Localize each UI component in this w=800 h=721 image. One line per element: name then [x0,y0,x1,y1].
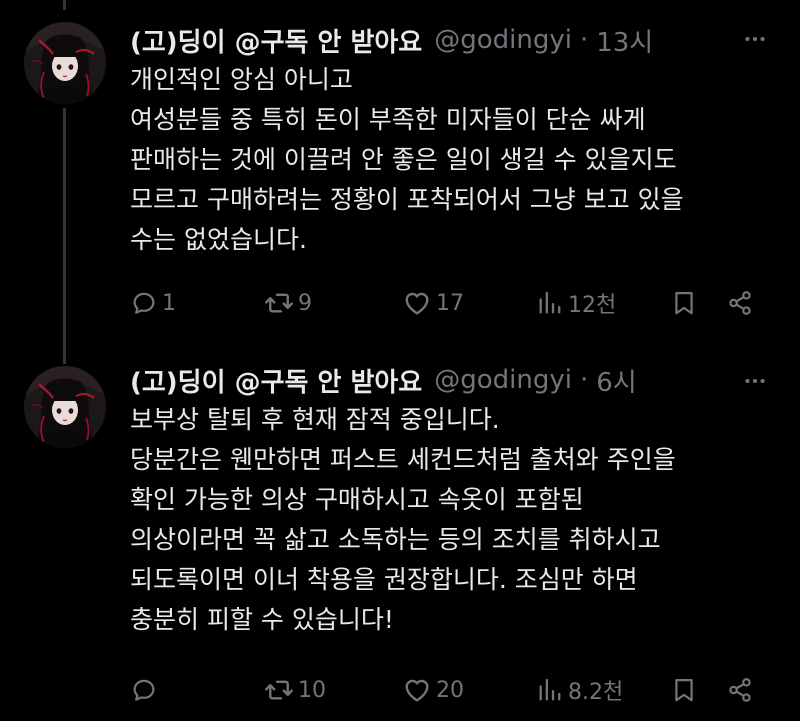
tweet-text-line: 당분간은 웬만하면 퍼스트 세컨드처럼 출처와 주인을 [130,445,676,474]
like-button[interactable]: 20 [402,670,464,710]
avatar[interactable] [24,22,106,104]
tweet-text-line: 여성분들 중 특히 돈이 부족한 미자들이 단순 싸게 [130,105,646,134]
retweet-button[interactable]: 9 [264,283,312,323]
retweet-icon [264,675,294,705]
reply-button[interactable] [130,670,162,710]
tweet-text-line: 확인 가능한 의상 구매하시고 속옷이 포함된 [130,485,584,514]
like-count: 17 [436,290,464,316]
view-count: 8.2천 [568,680,624,705]
timestamp[interactable]: 6시 [596,362,636,399]
tweet-text: 보부상 탈퇴 후 현재 잠적 중입니다. 당분간은 웬만하면 퍼스트 세컨드처럼… [130,400,780,640]
separator-dot: · [579,25,589,55]
tweet-text-line: 되도록이면 이너 착용을 권장합니다. 조심만 하면 [130,565,638,594]
share-button[interactable] [726,670,754,710]
retweet-count: 9 [298,290,312,316]
tweet-text-line: 충분히 피할 수 있습니다! [130,605,394,634]
bookmark-button[interactable] [670,283,698,323]
reply-icon [130,676,158,704]
action-bar: 10 20 8.2천 [130,670,770,710]
tweet-text-line: 개인적인 앙심 아니고 [130,65,353,94]
tweet-text-line: 판매하는 것에 이끌려 안 좋은 일이 생길 수 있을지도 [130,145,677,174]
thread-connector [63,108,66,364]
more-options-button[interactable] [740,366,770,396]
tweet-text-line: 모르고 구매하려는 정황이 포착되어서 그냥 보고 있을 [130,185,684,214]
more-icon [742,26,768,52]
retweet-count: 10 [298,677,326,703]
display-name[interactable]: (고)딩이 @구독 안 받아요 [130,22,422,59]
tweet[interactable]: (고)딩이 @구독 안 받아요 @godingyi · 6시 보부상 탈퇴 후 … [0,352,800,721]
like-icon [402,675,432,705]
like-icon [402,288,432,318]
tweet-header: (고)딩이 @구독 안 받아요 @godingyi · 6시 [130,360,637,400]
views-icon [536,676,564,704]
user-handle[interactable]: @godingyi [434,365,572,395]
avatar[interactable] [24,366,106,448]
bookmark-icon [670,676,698,704]
share-icon [726,289,754,317]
tweet-text-line: 의상이라면 꼭 삶고 소독하는 등의 조치를 취하시고 [130,525,661,554]
views-icon [536,289,564,317]
action-bar: 1 9 17 12천 [130,283,770,323]
bookmark-button[interactable] [670,670,698,710]
thread-connector-top [63,0,66,10]
separator-dot: · [579,365,589,395]
reply-icon [130,289,158,317]
tweet-text-line: 수는 없었습니다. [130,225,307,254]
share-button[interactable] [726,283,754,323]
views-button[interactable]: 12천 [536,283,616,323]
share-icon [726,676,754,704]
view-count: 12천 [568,293,617,318]
tweet[interactable]: (고)딩이 @구독 안 받아요 @godingyi · 13시 개인적인 앙심 … [0,0,800,364]
like-count: 20 [436,677,464,703]
bookmark-icon [670,289,698,317]
timestamp[interactable]: 13시 [596,22,653,59]
more-icon [742,368,768,394]
display-name[interactable]: (고)딩이 @구독 안 받아요 [130,362,422,399]
user-handle[interactable]: @godingyi [434,25,572,55]
retweet-icon [264,288,294,318]
reply-count: 1 [162,290,176,316]
tweet-header: (고)딩이 @구독 안 받아요 @godingyi · 13시 [130,20,653,60]
tweet-text-line: 보부상 탈퇴 후 현재 잠적 중입니다. [130,405,500,434]
reply-button[interactable]: 1 [130,283,176,323]
more-options-button[interactable] [740,24,770,54]
retweet-button[interactable]: 10 [264,670,326,710]
like-button[interactable]: 17 [402,283,464,323]
views-button[interactable]: 8.2천 [536,670,623,710]
tweet-text: 개인적인 앙심 아니고 여성분들 중 특히 돈이 부족한 미자들이 단순 싸게 … [130,60,780,260]
